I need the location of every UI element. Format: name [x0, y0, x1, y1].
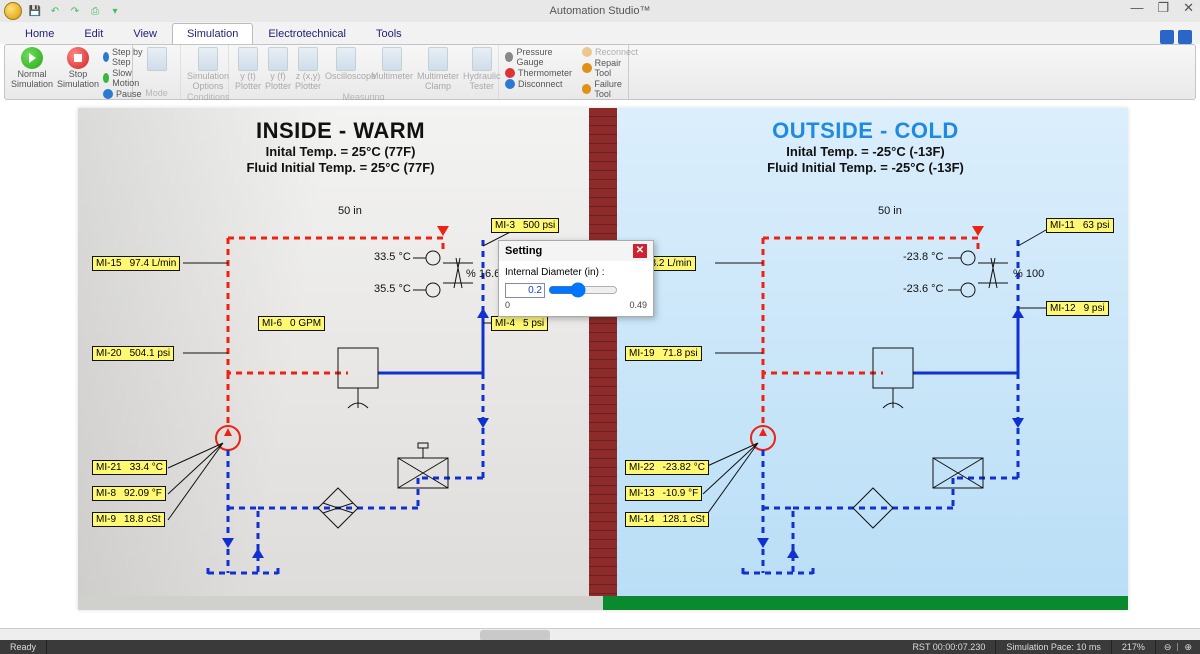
simulation-options-button[interactable]: Simulation Options	[187, 47, 229, 92]
diameter-input[interactable]	[505, 283, 545, 298]
cold-length: 50 in	[878, 205, 902, 217]
qat-more-icon[interactable]: ▾	[108, 4, 122, 18]
group-label: Mode	[139, 88, 174, 99]
thermometer-button[interactable]: Thermometer	[505, 68, 572, 78]
multimeter-button[interactable]: Multimeter	[371, 47, 413, 82]
window-title: Automation Studio™	[550, 5, 651, 17]
tag-mi13[interactable]: MI-13-10.9 °F	[625, 486, 702, 501]
yf-plotter-button[interactable]: y (f) Plotter	[265, 47, 291, 92]
title-bar: 💾 ↶ ↷ ⎙ ▾ Automation Studio™ — ❐ ✕	[0, 0, 1200, 22]
slider-max: 0.49	[629, 300, 647, 310]
warm-pct: % 16.6	[466, 268, 500, 280]
cold-t2: -23.6 °C	[903, 283, 943, 295]
warm-header: INSIDE - WARM Inital Temp. = 25°C (77F) …	[78, 108, 603, 177]
tag-mi15[interactable]: MI-1597.4 L/min	[92, 256, 180, 271]
tab-view[interactable]: View	[118, 23, 172, 44]
setting-popup[interactable]: Setting ✕ Internal Diameter (in) : 0 0.49	[498, 240, 654, 317]
tag-mi19[interactable]: MI-1971.8 psi	[625, 346, 702, 361]
yt-plotter-button[interactable]: y (t) Plotter	[235, 47, 261, 92]
minimize-button[interactable]: —	[1130, 0, 1143, 16]
tab-edit[interactable]: Edit	[69, 23, 118, 44]
cold-title: OUTSIDE - COLD	[603, 118, 1128, 144]
warm-panel: INSIDE - WARM Inital Temp. = 25°C (77F) …	[78, 108, 603, 610]
qat-save-icon[interactable]: 💾	[28, 4, 42, 18]
cold-panel: OUTSIDE - COLD Inital Temp. = -25°C (-13…	[603, 108, 1128, 610]
hydraulic-tester-button[interactable]: Hydraulic Tester	[463, 47, 501, 92]
ribbon-group-control: Normal Simulation Stop Simulation Step b…	[5, 45, 133, 99]
cold-fluid-temp: Fluid Initial Temp. = -25°C (-13F)	[603, 160, 1128, 176]
cold-t1: -23.8 °C	[903, 251, 943, 263]
tag-mi14[interactable]: MI-14128.1 cSt	[625, 512, 709, 527]
ribbon-group-mode: Mode	[133, 45, 181, 99]
tag-mi21[interactable]: MI-2133.4 °C	[92, 460, 167, 475]
app-logo	[4, 2, 22, 20]
cold-init-temp: Inital Temp. = -25°C (-13F)	[603, 144, 1128, 160]
disconnect-button[interactable]: Disconnect	[505, 79, 572, 89]
warm-t1: 33.5 °C	[374, 251, 411, 263]
info-icon[interactable]	[1178, 30, 1192, 44]
status-ready: Ready	[0, 640, 47, 654]
canvas-area[interactable]: INSIDE - WARM Inital Temp. = 25°C (77F) …	[0, 100, 1200, 628]
stop-simulation-button[interactable]: Stop Simulation	[57, 47, 99, 90]
qat-redo-icon[interactable]: ↷	[68, 4, 82, 18]
quick-access-toolbar: 💾 ↶ ↷ ⎙ ▾	[28, 4, 122, 18]
tag-mi4[interactable]: MI-45 psi	[491, 316, 548, 331]
tag-mi11[interactable]: MI-1163 psi	[1046, 218, 1114, 233]
zxy-plotter-button[interactable]: z (x,y) Plotter	[295, 47, 321, 92]
failure-tool-button[interactable]: Failure Tool	[582, 79, 638, 99]
cold-pct: % 100	[1013, 268, 1044, 280]
tag-mi6[interactable]: MI-60 GPM	[258, 316, 325, 331]
multimeter-clamp-button[interactable]: Multimeter Clamp	[417, 47, 459, 92]
popup-title: Setting	[505, 245, 542, 257]
oscilloscope-button[interactable]: Oscilloscope	[325, 47, 367, 82]
warm-init-temp: Inital Temp. = 25°C (77F)	[78, 144, 603, 160]
popup-label: Internal Diameter (in) :	[505, 267, 647, 278]
tag-mi22[interactable]: MI-22-23.82 °C	[625, 460, 709, 475]
pressure-gauge-button[interactable]: Pressure Gauge	[505, 47, 572, 67]
status-rst: RST 00:00:07.230	[902, 640, 996, 654]
tag-mi8[interactable]: MI-892.09 °F	[92, 486, 166, 501]
qat-print-icon[interactable]: ⎙	[88, 4, 102, 18]
tab-home[interactable]: Home	[10, 23, 69, 44]
status-zoom: 217%	[1112, 640, 1156, 654]
diagram-canvas[interactable]: INSIDE - WARM Inital Temp. = 25°C (77F) …	[78, 108, 1128, 610]
mode-icon	[147, 47, 167, 71]
popup-close-button[interactable]: ✕	[633, 244, 647, 258]
warm-t2: 35.5 °C	[374, 283, 411, 295]
wall-divider	[589, 108, 603, 610]
zoom-controls[interactable]: ⊖⊕	[1156, 642, 1200, 653]
help-icon[interactable]	[1160, 30, 1174, 44]
diameter-slider[interactable]	[548, 282, 618, 298]
tag-mi9[interactable]: MI-918.8 cSt	[92, 512, 165, 527]
tag-mi20[interactable]: MI-20504.1 psi	[92, 346, 174, 361]
ribbon-tabs: Home Edit View Simulation Electrotechnic…	[0, 22, 1200, 44]
warm-fluid-temp: Fluid Initial Temp. = 25°C (77F)	[78, 160, 603, 176]
warm-title: INSIDE - WARM	[78, 118, 603, 144]
reconnect-button[interactable]: Reconnect	[582, 47, 638, 57]
repair-tool-button[interactable]: Repair Tool	[582, 58, 638, 78]
tab-tools[interactable]: Tools	[361, 23, 417, 44]
tab-electrotechnical[interactable]: Electrotechnical	[253, 23, 361, 44]
normal-simulation-button[interactable]: Normal Simulation	[11, 47, 53, 90]
ribbon-group-measuring: y (t) Plotter y (f) Plotter z (x,y) Plot…	[229, 45, 499, 99]
close-button[interactable]: ✕	[1183, 0, 1194, 16]
tag-mi12[interactable]: MI-129 psi	[1046, 301, 1109, 316]
cold-header: OUTSIDE - COLD Inital Temp. = -25°C (-13…	[603, 108, 1128, 177]
status-pace: Simulation Pace: 10 ms	[996, 640, 1112, 654]
qat-undo-icon[interactable]: ↶	[48, 4, 62, 18]
tag-mi3[interactable]: MI-3500 psi	[491, 218, 559, 233]
ribbon-group-conditions: Simulation Options Conditions	[181, 45, 229, 99]
status-bar: Ready RST 00:00:07.230 Simulation Pace: …	[0, 640, 1200, 654]
ribbon-group-troubleshooting: Pressure Gauge Thermometer Disconnect Re…	[499, 45, 629, 99]
maximize-button[interactable]: ❐	[1157, 0, 1169, 16]
warm-length: 50 in	[338, 205, 362, 217]
ribbon: Normal Simulation Stop Simulation Step b…	[4, 44, 1196, 100]
slider-min: 0	[505, 300, 510, 310]
flask-icon	[198, 47, 218, 71]
tab-simulation[interactable]: Simulation	[172, 23, 253, 44]
